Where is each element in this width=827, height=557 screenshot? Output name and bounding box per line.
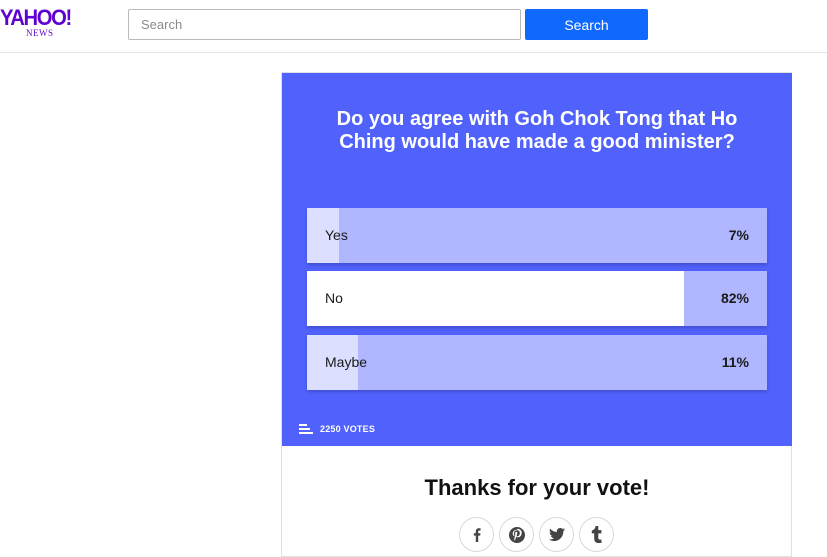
poll-option-no[interactable]: No 82% — [307, 271, 767, 326]
poll-panel: Do you agree with Goh Chok Tong that Ho … — [282, 73, 792, 446]
poll-option-percent: 11% — [721, 354, 749, 370]
poll-widget: Do you agree with Goh Chok Tong that Ho … — [281, 72, 792, 557]
search-button[interactable]: Search — [525, 9, 648, 40]
pinterest-icon — [508, 526, 525, 543]
thanks-message: Thanks for your vote! — [424, 475, 650, 500]
poll-option-percent: 7% — [728, 227, 749, 243]
vote-count-label: 2250 VOTES — [320, 424, 376, 434]
poll-option-yes[interactable]: Yes 7% — [307, 208, 767, 263]
bar-chart-icon — [299, 424, 313, 434]
facebook-icon — [473, 527, 481, 542]
poll-question: Do you agree with Goh Chok Tong that Ho … — [336, 108, 738, 153]
share-buttons — [459, 517, 614, 552]
tumblr-icon — [591, 525, 601, 543]
share-twitter-button[interactable] — [539, 517, 574, 552]
poll-option-label: Maybe — [325, 354, 368, 370]
poll-option-label: Yes — [325, 227, 348, 243]
share-facebook-button[interactable] — [459, 517, 494, 552]
poll-option-percent: 82% — [720, 290, 749, 306]
share-pinterest-button[interactable] — [499, 517, 534, 552]
search-input[interactable] — [128, 9, 521, 40]
vote-count: 2250 VOTES — [299, 422, 375, 436]
twitter-icon — [548, 527, 565, 541]
poll-option-fill — [307, 271, 685, 326]
poll-option-maybe[interactable]: Maybe 11% — [307, 335, 767, 390]
yahoo-news-logo[interactable]: YAHOO! NEWS — [0, 6, 80, 40]
poll-option-label: No — [325, 290, 343, 306]
top-bar: YAHOO! NEWS Search — [0, 0, 827, 53]
share-tumblr-button[interactable] — [579, 517, 614, 552]
logo-wordmark: YAHOO! — [0, 5, 72, 30]
logo-subtitle: NEWS — [26, 28, 54, 38]
